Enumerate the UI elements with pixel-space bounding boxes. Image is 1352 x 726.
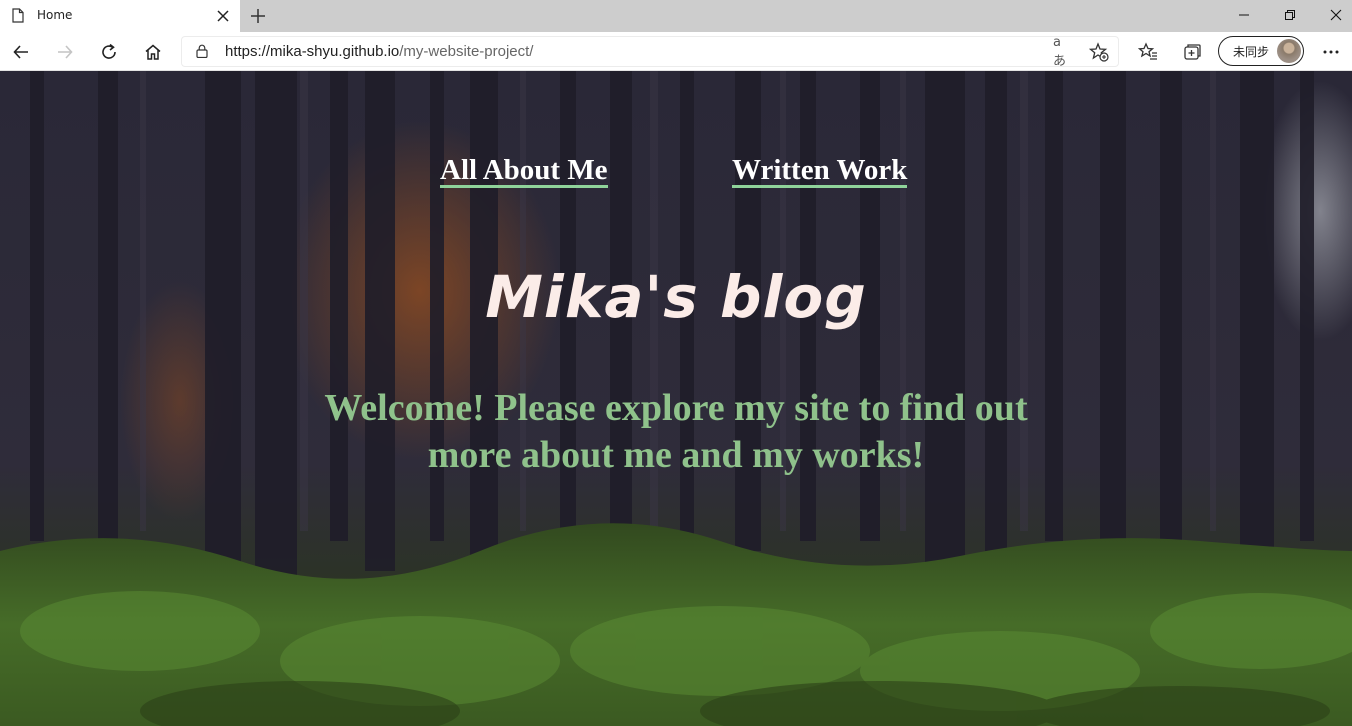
url-path: /my-website-project/ — [399, 43, 534, 60]
forward-arrow-icon — [58, 45, 73, 59]
favorites-button[interactable] — [1134, 38, 1162, 66]
restore-button[interactable] — [1267, 0, 1313, 30]
close-icon — [1330, 9, 1342, 21]
sync-status-label: 未同步 — [1233, 45, 1270, 59]
back-button[interactable] — [7, 38, 35, 66]
lock-icon[interactable] — [196, 44, 208, 58]
minimize-button[interactable] — [1221, 0, 1267, 30]
collections-button[interactable] — [1178, 38, 1206, 66]
avatar — [1277, 39, 1301, 63]
refresh-icon — [102, 43, 116, 59]
restore-icon — [1285, 10, 1295, 20]
browser-tab[interactable]: Home — [0, 0, 240, 32]
favorites-list-icon — [1138, 42, 1157, 60]
home-icon — [145, 44, 161, 60]
address-bar[interactable]: https://mika-shyu.github.io/my-website-p… — [181, 35, 1119, 69]
nav-link-about[interactable]: All About Me — [440, 155, 608, 188]
home-button[interactable] — [139, 38, 167, 66]
url-text[interactable]: https://mika-shyu.github.io/my-website-p… — [225, 43, 533, 60]
close-tab-icon[interactable] — [216, 9, 230, 23]
welcome-message: Welcome! Please explore my site to find … — [324, 387, 1028, 476]
back-arrow-icon — [13, 45, 28, 59]
refresh-button[interactable] — [95, 38, 123, 66]
url-host: https://mika-shyu.github.io — [225, 43, 400, 60]
collections-icon — [1184, 44, 1201, 60]
forward-button[interactable] — [51, 38, 79, 66]
browser-toolbar: https://mika-shyu.github.io/my-website-p… — [0, 32, 1352, 71]
more-dots-icon — [1323, 50, 1339, 54]
browser-titlebar: Home — [0, 0, 1352, 32]
settings-menu-button[interactable] — [1317, 38, 1345, 66]
translate-icon[interactable]: aあ — [1053, 35, 1073, 69]
add-favorite-button[interactable] — [1089, 42, 1109, 62]
page-icon — [12, 8, 24, 23]
profile-button[interactable]: 未同步 — [1218, 36, 1304, 66]
new-tab-icon[interactable] — [249, 7, 267, 25]
minimize-icon — [1239, 14, 1249, 16]
star-add-icon — [1089, 42, 1109, 62]
tab-title: Home — [37, 8, 73, 22]
page-content: All About Me Written Work Mika's blog We… — [0, 71, 1352, 726]
close-window-button[interactable] — [1313, 0, 1352, 30]
nav-link-written-work[interactable]: Written Work — [732, 155, 908, 188]
page-title: Mika's blog — [485, 263, 867, 331]
